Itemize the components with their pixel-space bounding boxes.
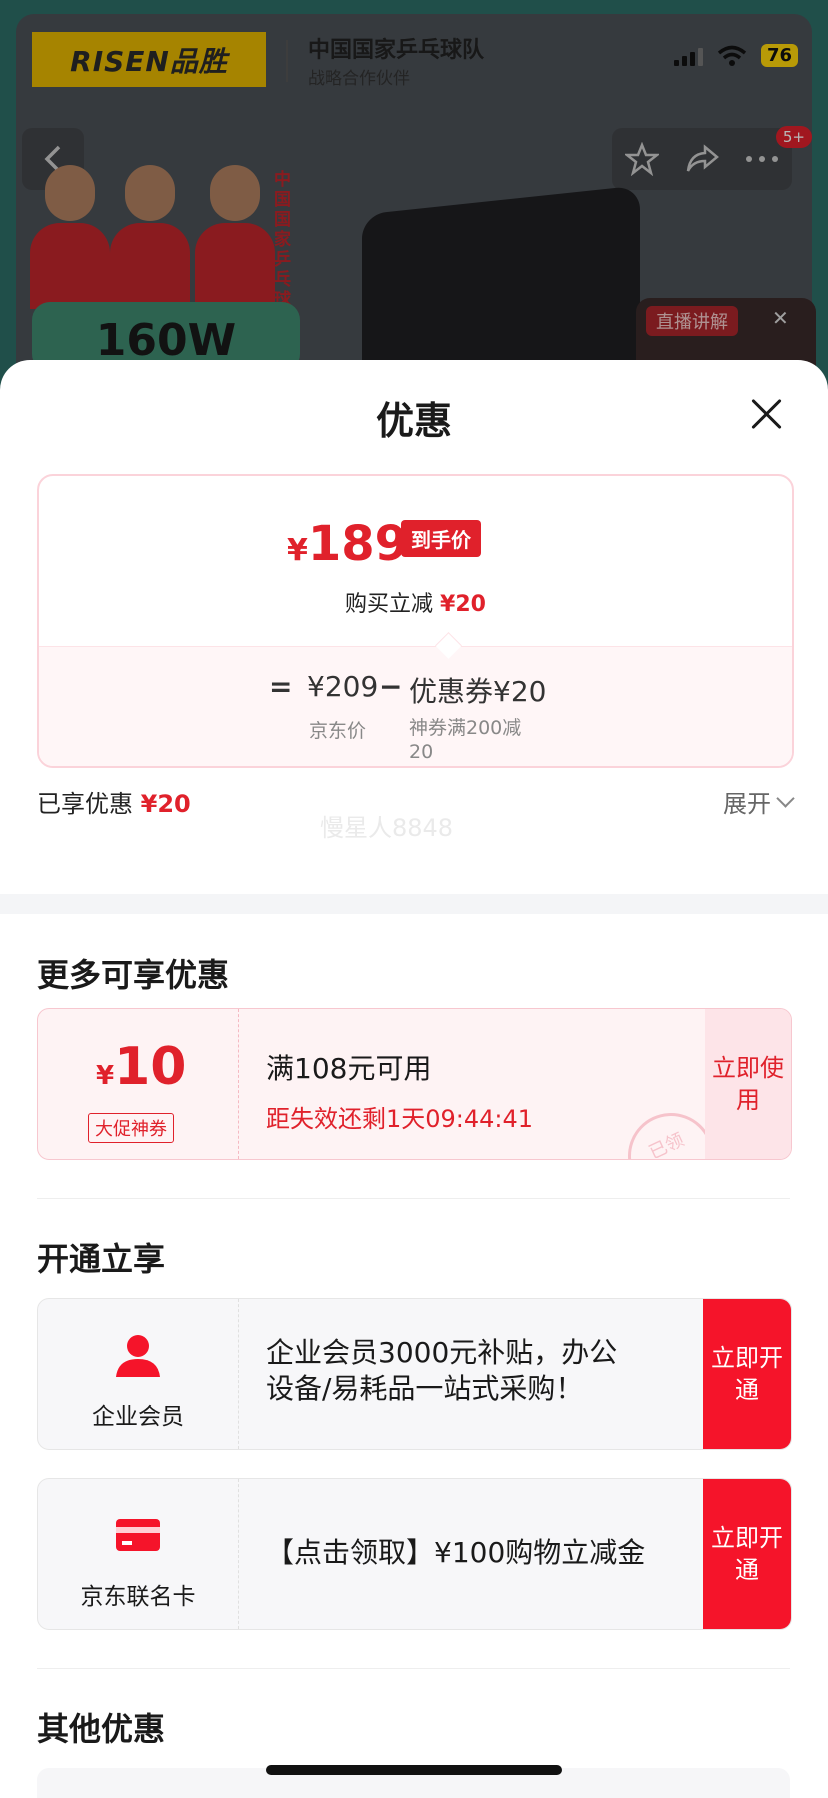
sheet-title: 优惠 <box>375 399 452 443</box>
price-breakdown-card: ¥ 189 到手价 购买立减 ¥20 = ¥209 − 优惠券¥20 京东价 神… <box>37 474 794 768</box>
card-label: 京东联名卡 <box>80 1584 196 1610</box>
other-offers-title: 其他优惠 <box>37 1710 166 1748</box>
member-desc-line2: 设备/易耗品一站式采购！ <box>266 1372 584 1405</box>
home-indicator[interactable] <box>266 1765 562 1775</box>
coupon-value: 优惠券¥20 <box>409 675 547 708</box>
enterprise-member-card[interactable]: 企业会员 企业会员3000元补贴，办公 设备/易耗品一站式采购！ 立即开通 <box>37 1298 792 1450</box>
enjoyed-discount: 已享优惠 ¥20 <box>37 784 191 819</box>
coupon-card: ¥ 10 大促神券 满108元可用 距失效还剩1天09:44:41 已领 立即使… <box>37 1008 792 1160</box>
final-price: ¥ 189 <box>287 516 408 572</box>
coupon-amount: ¥ 10 <box>96 1037 186 1097</box>
coupon-amount-value: 10 <box>114 1037 187 1097</box>
minus-sign: − <box>379 670 403 703</box>
coupon-tag: 大促神券 <box>88 1113 174 1143</box>
close-icon[interactable] <box>748 396 784 432</box>
expand-button[interactable]: 展开 <box>723 784 795 819</box>
instant-discount: 购买立减 ¥20 <box>39 586 792 618</box>
open-card-button[interactable]: 立即开通 <box>703 1479 791 1629</box>
product-page-background: RISEN品胜 中国国家乒乓球队 战略合作伙伴 76 5+ 中国国家乒乓球队 1… <box>0 0 828 400</box>
open-enjoy-title: 开通立享 <box>37 1240 166 1278</box>
member-label: 企业会员 <box>92 1404 184 1430</box>
overlay-dim <box>0 0 828 400</box>
more-offers-title: 更多可享优惠 <box>37 956 230 994</box>
offers-sheet: 优惠 ¥ 189 到手价 购买立减 ¥20 = ¥209 − 优惠券¥20 京东… <box>0 360 828 1793</box>
enjoyed-label: 已享优惠 <box>37 790 133 818</box>
chevron-down-icon <box>776 789 795 808</box>
divider <box>37 1198 790 1199</box>
jd-co-brand-card[interactable]: 京东联名卡 【点击领取】¥100购物立减金 立即开通 <box>37 1478 792 1630</box>
coupon-description: 神券满200减20 <box>409 717 522 763</box>
enjoyed-amount: ¥20 <box>140 790 191 818</box>
open-member-button[interactable]: 立即开通 <box>703 1299 791 1449</box>
final-price-tag: 到手价 <box>401 520 481 557</box>
coupon-countdown: 距失效还剩1天09:44:41 <box>266 1105 534 1133</box>
member-desc-line1: 企业会员3000元补贴，办公 <box>266 1336 618 1369</box>
jd-price-label: 京东价 <box>309 720 367 742</box>
coupon-condition: 满108元可用 <box>266 1052 432 1085</box>
instant-discount-amount: ¥20 <box>440 592 486 617</box>
person-icon <box>116 1335 160 1377</box>
jd-price-value: ¥209 <box>307 670 379 703</box>
credit-card-icon <box>116 1519 160 1551</box>
watermark: 慢星人8848 <box>320 814 454 842</box>
card-desc-line1: 【点击领取】¥100购物立减金 <box>266 1536 646 1569</box>
section-gap <box>0 894 828 914</box>
divider <box>37 1668 790 1669</box>
use-coupon-button[interactable]: 立即使用 <box>705 1009 791 1159</box>
expand-label: 展开 <box>723 790 771 818</box>
final-price-currency: ¥ <box>287 533 308 568</box>
instant-discount-label: 购买立减 <box>345 592 434 617</box>
coupon-currency: ¥ <box>96 1061 115 1091</box>
equals-sign: = <box>269 670 293 703</box>
final-price-value: 189 <box>307 516 409 572</box>
